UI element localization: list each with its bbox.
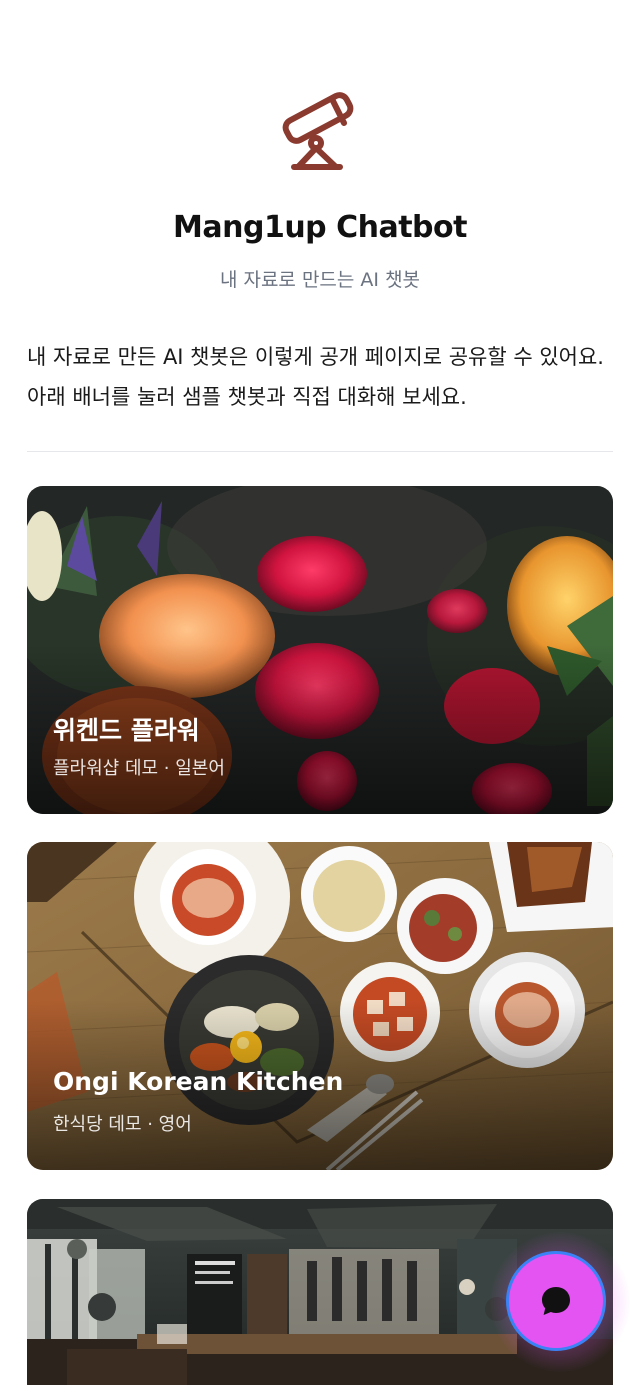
divider bbox=[27, 451, 613, 452]
intro-text: 내 자료로 만든 AI 챗봇은 이렇게 공개 페이지로 공유할 수 있어요. 아… bbox=[27, 345, 604, 409]
card-subtitle: 한식당 데모 · 영어 bbox=[53, 1114, 192, 1135]
page: Mang1up Chatbot 내 자료로 만드는 AI 챗봇 내 자료로 만든… bbox=[0, 0, 640, 1385]
page-subtitle: 내 자료로 만드는 AI 챗봇 bbox=[219, 269, 421, 291]
demo-card-weekend-flower[interactable]: 위켄드 플라워 플라워샵 데모 · 일본어 bbox=[27, 486, 613, 814]
card-title: 위켄드 플라워 bbox=[53, 716, 200, 745]
page-title: Mang1up Chatbot bbox=[173, 210, 467, 245]
card-title: Ongi Korean Kitchen bbox=[53, 1067, 344, 1096]
chat-bubble-icon bbox=[542, 1287, 570, 1315]
demo-card-ongi-korean-kitchen[interactable]: Ongi Korean Kitchen 한식당 데모 · 영어 bbox=[27, 842, 613, 1170]
chat-button[interactable] bbox=[506, 1251, 606, 1351]
telescope-icon bbox=[282, 92, 354, 170]
card-subtitle: 플라워샵 데모 · 일본어 bbox=[53, 758, 225, 779]
